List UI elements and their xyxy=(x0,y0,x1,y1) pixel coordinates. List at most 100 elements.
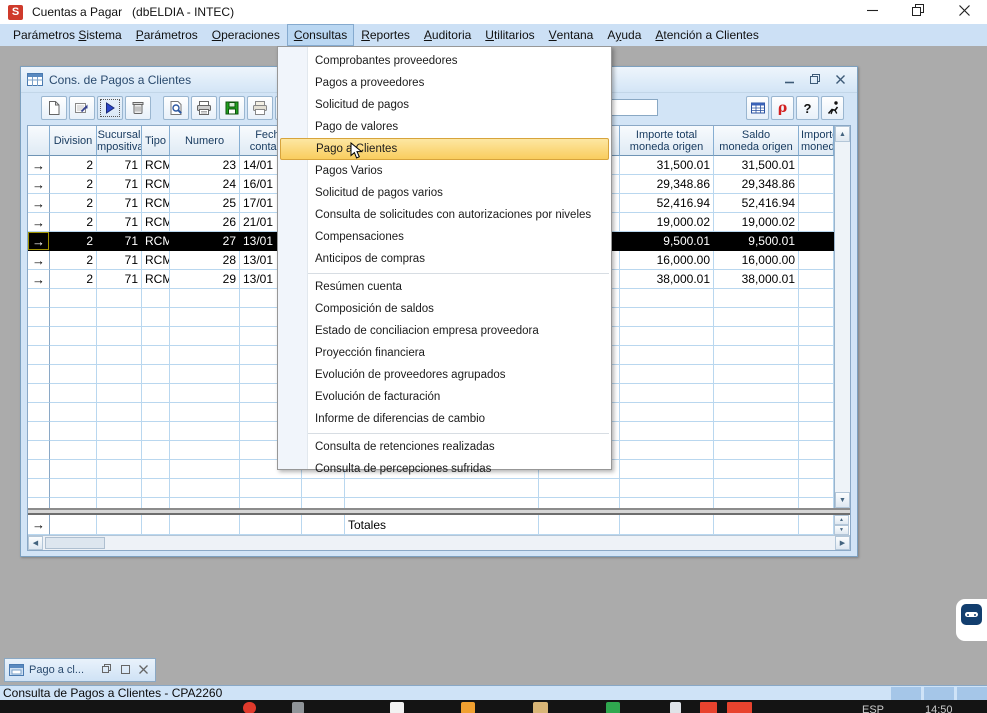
minimized-window-pago-a-clientes[interactable]: Pago a cl... xyxy=(4,658,156,682)
rho-tool-button[interactable]: ρ xyxy=(771,96,794,120)
menu-item-comprobantes-proveedores[interactable]: Comprobantes proveedores xyxy=(278,50,611,72)
column-header-division[interactable]: Division xyxy=(50,126,97,156)
totals-separator xyxy=(28,508,850,515)
printer-icon xyxy=(196,100,212,116)
save-button[interactable] xyxy=(219,96,245,120)
scroll-down-button[interactable]: ▼ xyxy=(835,492,850,508)
taskbar-language[interactable]: ESP xyxy=(862,704,884,713)
child-minimize-button[interactable] xyxy=(785,71,794,89)
menubar-item-auditoria[interactable]: Auditoria xyxy=(417,24,478,46)
cell-importe_moneda xyxy=(799,270,834,289)
cell-empty xyxy=(799,346,834,365)
column-header-numero[interactable]: Numero xyxy=(170,126,240,156)
min-restore-button[interactable] xyxy=(102,661,112,679)
restore-button[interactable] xyxy=(895,0,941,24)
help-button[interactable]: ? xyxy=(796,96,819,120)
menubar-item-par-metros-sistema[interactable]: Parámetros Sistema xyxy=(6,24,129,46)
taskbar-app-icon[interactable] xyxy=(390,702,404,713)
child-close-button[interactable] xyxy=(836,71,845,89)
menubar-item-operaciones[interactable]: Operaciones xyxy=(205,24,287,46)
spinner-down-button[interactable]: ▼ xyxy=(834,525,849,535)
menu-item-anticipos-de-compras[interactable]: Anticipos de compras xyxy=(278,248,611,270)
cell-sucursal_impositiva: 71 xyxy=(97,270,142,289)
new-record-button[interactable] xyxy=(41,96,67,120)
taskbar-app-icon[interactable] xyxy=(700,702,717,713)
delete-record-button[interactable] xyxy=(125,96,151,120)
vertical-scrollbar[interactable]: ▲ ▼ xyxy=(834,126,850,508)
menubar-item-ayuda[interactable]: Ayuda xyxy=(600,24,648,46)
menu-item-consulta-de-solicitudes-con-autorizaciones-por-niveles[interactable]: Consulta de solicitudes con autorizacion… xyxy=(278,204,611,226)
column-header-marker[interactable] xyxy=(28,126,50,156)
taskbar-app-icon[interactable] xyxy=(461,702,475,713)
menu-item-evoluci-n-de-proveedores-agrupados[interactable]: Evolución de proveedores agrupados xyxy=(278,364,611,386)
menu-item-solicitud-de-pagos-varios[interactable]: Solicitud de pagos varios xyxy=(278,182,611,204)
minimize-button[interactable] xyxy=(849,0,895,24)
menu-item-pago-de-valores[interactable]: Pago de valores xyxy=(278,116,611,138)
menu-item-estado-de-conciliacion-empresa-proveedora[interactable]: Estado de conciliacion empresa proveedor… xyxy=(278,320,611,342)
cell-empty xyxy=(28,460,50,479)
menu-item-consulta-de-percepciones-sufridas[interactable]: Consulta de percepciones sufridas xyxy=(278,458,611,480)
menu-item-label: Pagos a proveedores xyxy=(315,77,424,89)
taskbar-app-icon[interactable] xyxy=(292,702,304,713)
totals-spinner[interactable]: ▲ ▼ xyxy=(834,515,850,535)
column-header-importe_total_moneda_origen[interactable]: Importe totalmoneda origen xyxy=(620,126,714,156)
menubar-item-reportes[interactable]: Reportes xyxy=(354,24,417,46)
close-button[interactable] xyxy=(941,0,987,24)
horizontal-scroll-thumb[interactable] xyxy=(45,537,105,549)
taskbar[interactable]: ESP 14:50 xyxy=(0,700,987,713)
cell-importe_total_moneda_origen: 9,500.01 xyxy=(620,232,714,251)
column-header-importe_moneda[interactable]: Importemoneda xyxy=(799,126,834,156)
cell-empty xyxy=(799,479,834,498)
cell-tipo: RCM xyxy=(142,251,170,270)
menubar-item-consultas[interactable]: Consultas xyxy=(287,24,354,46)
taskbar-clock[interactable]: 14:50 xyxy=(925,704,953,713)
scroll-up-button[interactable]: ▲ xyxy=(835,126,850,142)
cell-sucursal_impositiva: 71 xyxy=(97,251,142,270)
menu-item-proyecci-n-financiera[interactable]: Proyección financiera xyxy=(278,342,611,364)
cell-empty xyxy=(714,327,799,346)
menu-item-label: Consulta de retenciones realizadas xyxy=(315,441,495,453)
scroll-left-button[interactable]: ◀ xyxy=(28,536,43,550)
menu-item-compensaciones[interactable]: Compensaciones xyxy=(278,226,611,248)
menu-item-pago-a-clientes[interactable]: Pago a Clientes xyxy=(280,138,609,160)
taskbar-app-icon[interactable] xyxy=(243,702,256,713)
menu-item-composici-n-de-saldos[interactable]: Composición de saldos xyxy=(278,298,611,320)
menubar-item-par-metros[interactable]: Parámetros xyxy=(129,24,205,46)
spinner-up-button[interactable]: ▲ xyxy=(834,515,849,525)
column-header-tipo[interactable]: Tipo xyxy=(142,126,170,156)
menu-item-consulta-de-retenciones-realizadas[interactable]: Consulta de retenciones realizadas xyxy=(278,436,611,458)
taskbar-app-icon[interactable] xyxy=(533,702,548,713)
child-restore-button[interactable] xyxy=(810,71,820,89)
exit-button[interactable] xyxy=(821,96,844,120)
print-preview-button[interactable] xyxy=(163,96,189,120)
grid-view-button[interactable] xyxy=(746,96,769,120)
min-close-button[interactable] xyxy=(139,661,148,679)
menubar-item-utilitarios[interactable]: Utilitarios xyxy=(478,24,541,46)
teamviewer-icon[interactable] xyxy=(956,599,987,641)
menu-item-evoluci-n-de-facturaci-n[interactable]: Evolución de facturación xyxy=(278,386,611,408)
menubar-item-text: uda xyxy=(621,28,641,42)
menubar-access-key: R xyxy=(361,28,370,42)
menu-item-res-men-cuenta[interactable]: Resúmen cuenta xyxy=(278,276,611,298)
taskbar-app-icon[interactable] xyxy=(606,702,620,713)
column-header-saldo_moneda_origen[interactable]: Saldomoneda origen xyxy=(714,126,799,156)
menubar-item-text: uditoria xyxy=(432,28,471,42)
taskbar-app-icon[interactable] xyxy=(727,702,752,713)
horizontal-scrollbar[interactable]: ◀ ▶ xyxy=(28,535,850,550)
edit-record-button[interactable] xyxy=(69,96,95,120)
menubar-item-ventana[interactable]: Ventana xyxy=(542,24,601,46)
min-maximize-button[interactable] xyxy=(121,661,130,679)
scroll-right-button[interactable]: ▶ xyxy=(835,536,850,550)
column-header-sucursal_impositiva[interactable]: Sucursalimpositiva xyxy=(97,126,142,156)
print-button[interactable] xyxy=(191,96,217,120)
header-label: Importe xyxy=(801,129,834,141)
menu-item-pagos-varios[interactable]: Pagos Varios xyxy=(278,160,611,182)
print-alt-button[interactable] xyxy=(247,96,273,120)
menubar-item-atenci-n-a-clientes[interactable]: Atención a Clientes xyxy=(648,24,765,46)
taskbar-app-icon[interactable] xyxy=(670,702,681,713)
menu-item-pagos-a-proveedores[interactable]: Pagos a proveedores xyxy=(278,72,611,94)
cell-empty xyxy=(97,384,142,403)
menu-item-solicitud-de-pagos[interactable]: Solicitud de pagos xyxy=(278,94,611,116)
run-query-button[interactable] xyxy=(97,96,123,120)
menu-item-informe-de-diferencias-de-cambio[interactable]: Informe de diferencias de cambio xyxy=(278,408,611,430)
